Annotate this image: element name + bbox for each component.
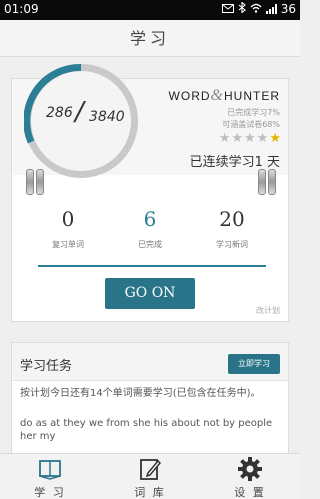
review-words-label: 复习单词	[52, 240, 84, 249]
tab-wordbank-label: 词 库	[134, 486, 166, 499]
star-icon: ★	[218, 131, 232, 146]
total-count: 3840	[89, 109, 125, 125]
new-words-label: 学习新词	[216, 240, 248, 249]
binder-ring	[258, 169, 266, 195]
notebook-edit-icon	[140, 459, 162, 480]
wifi-icon	[250, 2, 262, 16]
tab-study-label: 学 习	[34, 486, 66, 499]
word-counts: 0 复习单词 6 已完成 20 学习新词	[12, 207, 288, 257]
signal-icon	[265, 4, 277, 14]
gear-icon	[238, 457, 262, 481]
coverage-stat: 可涵盖试卷68%	[222, 120, 280, 129]
study-task-title: 学习任务	[20, 359, 73, 374]
completed-words-stat[interactable]: 6 已完成	[104, 207, 196, 250]
email-icon	[221, 2, 234, 16]
review-words-count: 0	[61, 207, 75, 231]
battery-level: 36	[280, 2, 296, 16]
binder-ring	[268, 169, 276, 195]
status-bar: 01:09 36	[0, 0, 300, 20]
study-task-description: 按计划今日还有14个单词需要学习(已包含在任务中)。	[20, 388, 261, 399]
progress-separator: /	[75, 97, 84, 127]
progress-card: 286 / 3840 WORD&HUNTER 已完成学习7% 可涵盖试卷68% …	[11, 64, 289, 322]
new-words-stat[interactable]: 20 学习新词	[186, 207, 278, 250]
completed-words-count: 6	[143, 207, 157, 231]
change-plan-link[interactable]: 改计划	[256, 305, 280, 316]
go-on-button[interactable]: GO ON	[105, 278, 195, 309]
counts-divider	[38, 265, 266, 267]
star-icon: ★	[256, 131, 270, 146]
study-task-card: 学习任务 立即学习 按计划今日还有14个单词需要学习(已包含在任务中)。 do …	[11, 342, 289, 454]
word-hunter-logo: WORD&HUNTER	[168, 87, 280, 104]
binder-ring	[26, 169, 34, 195]
review-words-stat[interactable]: 0 复习单词	[22, 207, 114, 250]
study-task-header: 学习任务 立即学习	[12, 343, 288, 381]
status-time: 01:09	[4, 2, 39, 16]
streak-text: 已连续学习1 天	[189, 155, 280, 170]
bottom-tab-bar: 学 习 词 库 设 置	[0, 453, 300, 499]
star-rating: ★★★★★	[219, 131, 282, 146]
book-icon	[39, 460, 61, 480]
tab-wordbank[interactable]: 词 库	[100, 456, 200, 499]
tab-settings[interactable]: 设 置	[200, 456, 300, 499]
study-now-button[interactable]: 立即学习	[228, 354, 280, 374]
tab-settings-label: 设 置	[234, 486, 266, 499]
progress-card-header: 286 / 3840 WORD&HUNTER 已完成学习7% 可涵盖试卷68% …	[12, 64, 288, 178]
new-words-count: 20	[219, 207, 245, 231]
progress-ring: 286 / 3840	[24, 64, 138, 178]
binder-ring	[36, 169, 44, 195]
status-icons: 36	[221, 1, 296, 16]
bluetooth-icon	[238, 1, 246, 16]
learned-count: 286	[46, 105, 73, 121]
star-icon: ★	[269, 131, 282, 146]
tab-study[interactable]: 学 习	[0, 456, 100, 499]
study-task-words: do as at they we from she his about not …	[20, 418, 273, 442]
completed-words-label: 已完成	[138, 240, 162, 249]
completed-stat: 已完成学习7%	[227, 108, 280, 117]
page-title: 学习	[0, 20, 300, 57]
star-icon: ★	[231, 131, 245, 146]
star-icon: ★	[244, 131, 257, 146]
